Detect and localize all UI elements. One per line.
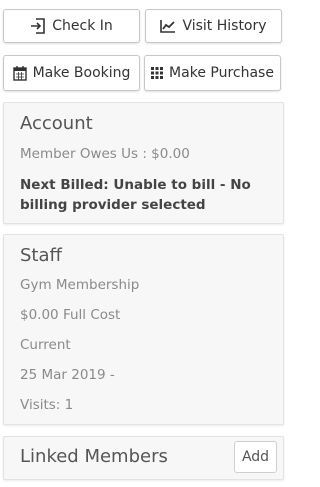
check-in-button[interactable]: Check In [3, 9, 140, 43]
make-purchase-button[interactable]: Make Purchase [144, 55, 281, 91]
visits-count: Visits: 1 [20, 397, 74, 413]
next-billed-text: Next Billed: Unable to bill - No billing… [20, 177, 251, 213]
membership-name: Gym Membership [20, 277, 140, 293]
make-purchase-label: Make Purchase [169, 65, 274, 81]
door-enter-icon [30, 18, 46, 34]
linked-members-card: Linked Members Add [3, 436, 284, 480]
check-in-label: Check In [52, 18, 113, 34]
visit-history-button[interactable]: Visit History [145, 9, 282, 43]
account-card: Account Member Owes Us : $0.00 Next Bill… [3, 102, 284, 224]
calendar-icon [12, 65, 27, 81]
make-booking-label: Make Booking [32, 65, 131, 81]
grid-icon [151, 67, 164, 79]
linked-members-title: Linked Members [20, 446, 168, 467]
account-title: Account [20, 113, 93, 134]
staff-card: Staff Gym Membership $0.00 Full Cost Cur… [3, 234, 284, 425]
make-booking-button[interactable]: Make Booking [3, 55, 140, 91]
membership-start-date: 25 Mar 2019 - [20, 367, 115, 383]
membership-cost: $0.00 Full Cost [20, 307, 121, 323]
line-chart-icon [160, 19, 176, 33]
add-linked-member-button[interactable]: Add [234, 441, 277, 473]
visit-history-label: Visit History [182, 18, 267, 34]
member-owes-text: Member Owes Us : $0.00 [20, 146, 190, 162]
membership-status: Current [20, 337, 71, 353]
staff-title: Staff [20, 245, 62, 266]
